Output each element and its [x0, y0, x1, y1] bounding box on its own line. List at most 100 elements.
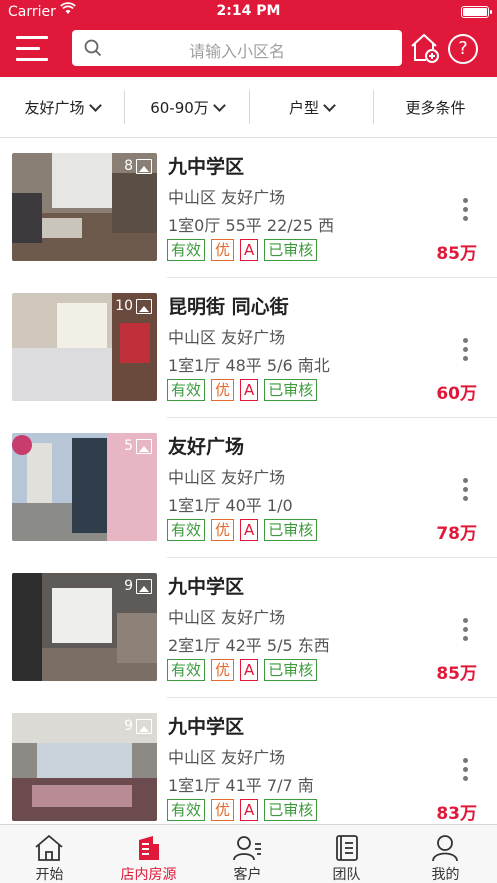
- menu-icon: [16, 36, 48, 39]
- listing-item[interactable]: 5 友好广场 中山区 友好广场 1室1厅 40平 1/0 有效 优 A 已审核 …: [0, 418, 497, 558]
- tag-grade: A: [240, 379, 259, 401]
- listing-location: 中山区 友好广场: [168, 328, 286, 347]
- listing-photo[interactable]: 9: [12, 713, 157, 821]
- listing-location: 中山区 友好广场: [168, 748, 286, 767]
- listing-price: 60万: [436, 384, 477, 404]
- tab-bar: 开始 店内房源 客户 团队 我的: [0, 824, 497, 883]
- tab-start[interactable]: 开始: [0, 825, 99, 883]
- listing-item[interactable]: 9 九中学区 中山区 友好广场 1室1厅 41平 7/7 南 有效 优 A 已审…: [0, 698, 497, 824]
- listing-location: 中山区 友好广场: [168, 188, 286, 207]
- listing-item[interactable]: 9 九中学区 中山区 友好广场 2室1厅 42平 5/5 东西 有效 优 A 已…: [0, 558, 497, 698]
- status-bar: Carrier 2:14 PM: [0, 0, 497, 24]
- tag-quality: 优: [211, 239, 235, 261]
- listing-price: 85万: [436, 244, 477, 264]
- listing-spec: 1室0厅 55平 22/25 西: [168, 216, 335, 235]
- tag-grade: A: [240, 519, 259, 541]
- listing-spec: 2室1厅 42平 5/5 东西: [168, 636, 330, 655]
- tab-label: 我的: [431, 867, 460, 883]
- tag-valid: 有效: [167, 379, 206, 401]
- tab-mine[interactable]: 我的: [396, 825, 495, 883]
- listing-item[interactable]: 8 九中学区 中山区 友好广场 1室0厅 55平 22/25 西 有效 优 A …: [0, 138, 497, 278]
- listing-title: 昆明街 同心街: [168, 296, 289, 318]
- tag-grade: A: [240, 659, 259, 681]
- tab-store-listings[interactable]: 店内房源: [99, 825, 198, 883]
- listing-price: 85万: [436, 664, 477, 684]
- listing-list: 8 九中学区 中山区 友好广场 1室0厅 55平 22/25 西 有效 优 A …: [0, 138, 497, 824]
- gallery-icon: [136, 159, 152, 174]
- more-options-button[interactable]: [463, 338, 469, 362]
- tag-quality: 优: [211, 519, 235, 541]
- photo-count: 10: [115, 298, 133, 314]
- listing-tags: 有效 优 A 已审核: [167, 379, 323, 401]
- tag-reviewed: 已审核: [264, 659, 318, 681]
- tag-reviewed: 已审核: [264, 519, 318, 541]
- filter-more[interactable]: 更多条件: [374, 77, 497, 138]
- filter-bar: 友好广场 60-90万 户型 更多条件: [0, 77, 497, 138]
- listing-price: 78万: [436, 524, 477, 544]
- person-icon: [432, 835, 458, 862]
- photo-count: 5: [124, 438, 133, 454]
- tag-valid: 有效: [167, 519, 206, 541]
- help-button[interactable]: ?: [448, 34, 478, 64]
- battery-icon: [461, 6, 492, 18]
- listing-title: 友好广场: [168, 436, 245, 458]
- tag-valid: 有效: [167, 799, 206, 821]
- filter-price-label: 60-90万: [150, 99, 209, 117]
- building-icon: [139, 836, 159, 860]
- listing-location: 中山区 友好广场: [168, 468, 286, 487]
- filter-layout-label: 户型: [288, 99, 319, 117]
- tab-customers[interactable]: 客户: [198, 825, 297, 883]
- photo-count: 9: [124, 578, 133, 594]
- filter-price[interactable]: 60-90万: [125, 77, 249, 138]
- tag-quality: 优: [211, 659, 235, 681]
- tag-reviewed: 已审核: [264, 379, 318, 401]
- listing-price: 83万: [436, 804, 477, 824]
- listing-spec: 1室1厅 40平 1/0: [168, 496, 293, 515]
- add-house-button[interactable]: [410, 32, 440, 64]
- listing-location: 中山区 友好广场: [168, 608, 286, 627]
- gallery-icon: [136, 719, 152, 734]
- tag-reviewed: 已审核: [264, 799, 318, 821]
- search-input[interactable]: 请输入小区名: [72, 30, 402, 66]
- menu-button[interactable]: [16, 35, 50, 61]
- more-options-button[interactable]: [463, 198, 469, 222]
- tag-quality: 优: [211, 379, 235, 401]
- more-options-button[interactable]: [463, 618, 469, 642]
- tab-label: 店内房源: [120, 867, 177, 883]
- listing-tags: 有效 优 A 已审核: [167, 239, 323, 261]
- tag-valid: 有效: [167, 659, 206, 681]
- tab-label: 团队: [332, 867, 361, 883]
- photo-count: 8: [124, 158, 133, 174]
- tab-team[interactable]: 团队: [297, 825, 396, 883]
- more-options-button[interactable]: [463, 478, 469, 502]
- listing-item[interactable]: 10 昆明街 同心街 中山区 友好广场 1室1厅 48平 5/6 南北 有效 优…: [0, 278, 497, 418]
- app-header: Carrier 2:14 PM 请输入小区名 ?: [0, 0, 497, 77]
- gallery-icon: [136, 579, 152, 594]
- filter-area[interactable]: 友好广场: [0, 77, 124, 138]
- listing-photo[interactable]: 10: [12, 293, 157, 401]
- listing-tags: 有效 优 A 已审核: [167, 659, 323, 681]
- more-options-button[interactable]: [463, 758, 469, 782]
- listing-tags: 有效 优 A 已审核: [167, 519, 323, 541]
- user-list-icon: [233, 836, 261, 861]
- listing-photo[interactable]: 9: [12, 573, 157, 681]
- chevron-down-icon: [323, 98, 336, 112]
- gallery-icon: [136, 299, 152, 314]
- tag-valid: 有效: [167, 239, 206, 261]
- book-icon: [336, 835, 358, 861]
- listing-title: 九中学区: [168, 156, 245, 178]
- listing-spec: 1室1厅 48平 5/6 南北: [168, 356, 330, 375]
- listing-photo[interactable]: 5: [12, 433, 157, 541]
- tab-label: 客户: [233, 867, 262, 883]
- tag-reviewed: 已审核: [264, 239, 318, 261]
- listing-spec: 1室1厅 41平 7/7 南: [168, 776, 314, 795]
- tag-grade: A: [240, 799, 259, 821]
- home-icon: [35, 834, 63, 861]
- search-placeholder: 请输入小区名: [188, 42, 285, 61]
- filter-layout[interactable]: 户型: [250, 77, 373, 138]
- listing-photo[interactable]: 8: [12, 153, 157, 261]
- question-icon: ?: [458, 38, 468, 59]
- listing-title: 九中学区: [168, 716, 245, 738]
- filter-area-label: 友好广场: [24, 99, 85, 117]
- listing-title: 九中学区: [168, 576, 245, 598]
